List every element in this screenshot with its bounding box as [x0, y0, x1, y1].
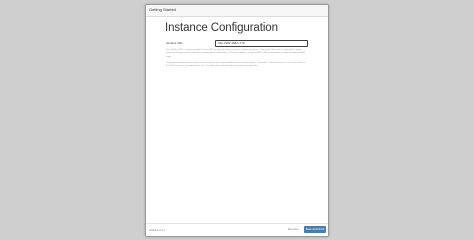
jenkins-url-label: Jenkins URL:	[166, 41, 184, 45]
dialog-title: Getting Started	[149, 7, 176, 12]
save-and-finish-button[interactable]: Save and Finish	[304, 226, 326, 233]
jenkins-url-input[interactable]: http://192.168.1.7:8/	[215, 39, 308, 47]
version-text: Jenkins 2.x.x	[149, 228, 166, 232]
page-title: Instance Configuration	[165, 22, 278, 34]
setup-dialog: Getting Started Instance Configuration J…	[145, 4, 329, 237]
not-now-button[interactable]: Not now	[288, 227, 298, 231]
help-text-paragraph: The Jenkins URL is used to provide the r…	[166, 49, 306, 58]
dialog-header: Getting Started	[146, 5, 328, 17]
dialog-footer: Jenkins 2.x.x Not now Save and Finish	[146, 223, 328, 236]
help-text-paragraph: The proposed default value shown is not …	[166, 62, 306, 68]
